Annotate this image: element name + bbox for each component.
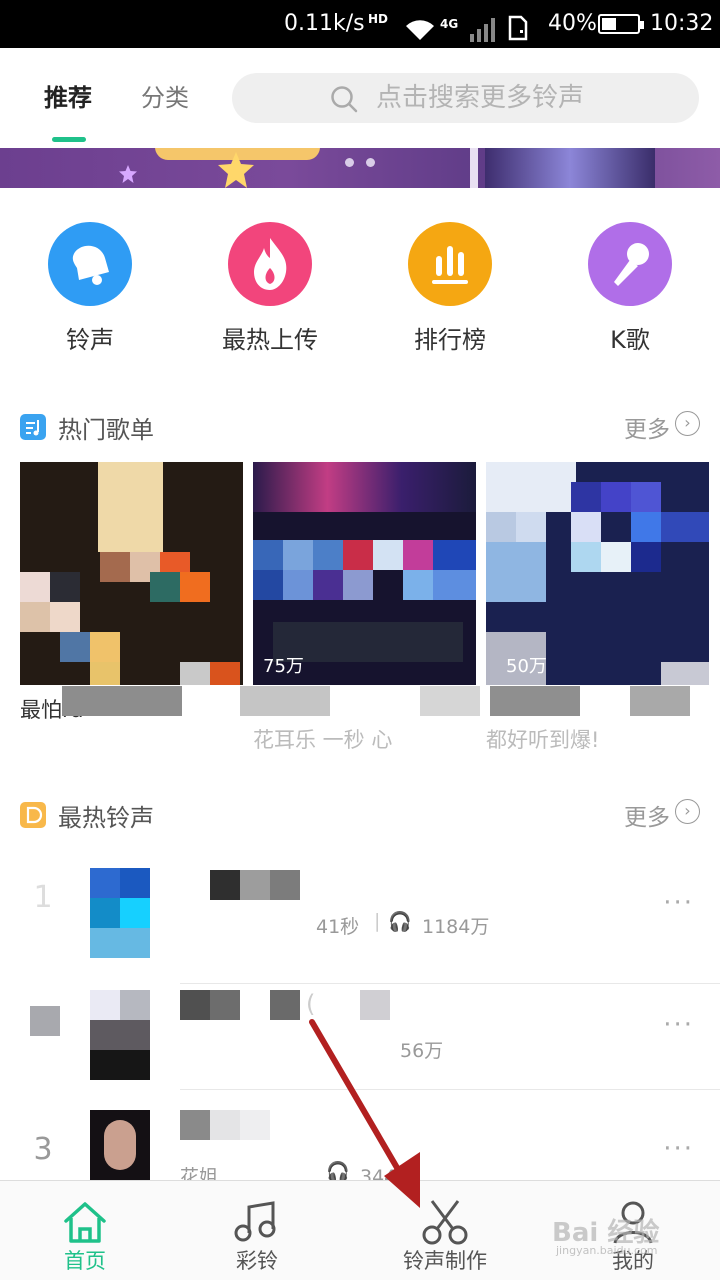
chevron-right-icon[interactable]: ›	[675, 411, 700, 436]
quick-entry-label: 最热上传	[222, 326, 318, 354]
top-header: 推荐 分类 点击搜索更多铃声	[0, 48, 720, 148]
banner-figure	[470, 148, 478, 188]
more-link[interactable]: 更多	[624, 798, 670, 832]
clock: 10:32	[650, 11, 714, 36]
playlist-card[interactable]: 50万	[486, 462, 709, 685]
chevron-right-icon[interactable]: ›	[675, 799, 700, 824]
bell-icon	[48, 222, 132, 306]
nav-label: 铃声制作	[403, 1249, 487, 1273]
promo-banner[interactable]	[0, 148, 720, 188]
nav-label: 首页	[64, 1249, 106, 1273]
rank-number	[30, 1006, 60, 1036]
microphone-icon	[588, 222, 672, 306]
more-options-icon[interactable]: ···	[663, 1010, 694, 1040]
hd-indicator: HD	[368, 12, 389, 26]
ringtone-row[interactable]: ( 56万 ···	[0, 966, 720, 1090]
more-options-icon[interactable]: ···	[663, 888, 694, 918]
ringtone-title: (	[306, 990, 316, 1018]
search-bar[interactable]: 点击搜索更多铃声	[232, 73, 699, 123]
search-placeholder: 点击搜索更多铃声	[376, 83, 585, 113]
ringtone-cover	[90, 990, 150, 1080]
bar-chart-icon	[408, 222, 492, 306]
ringtone-play-count: 56万	[400, 1040, 444, 1062]
section-title: 热门歌单	[58, 416, 154, 444]
scissors-icon	[420, 1199, 470, 1245]
battery-icon	[598, 14, 644, 34]
music-note-icon	[232, 1199, 282, 1245]
flame-icon	[228, 222, 312, 306]
quick-entry-karaoke[interactable]: K歌	[565, 222, 695, 362]
banner-figure	[485, 148, 655, 188]
network-speed: 0.11k/s	[284, 11, 365, 36]
nav-color-ring[interactable]: 彩铃	[177, 1181, 337, 1280]
playlist-play-count: 50万	[506, 656, 547, 677]
more-options-icon[interactable]: ···	[663, 1134, 694, 1164]
playlist-play-count: 75万	[263, 656, 304, 677]
playlist-caption: 花耳乐 一秒 心	[253, 728, 393, 752]
tab-recommend[interactable]: 推荐	[44, 78, 92, 118]
quick-entry-label: 铃声	[66, 326, 114, 354]
tab-category[interactable]: 分类	[141, 78, 189, 118]
section-title: 最热铃声	[58, 804, 154, 832]
home-icon	[60, 1199, 110, 1245]
carousel-dot	[366, 158, 375, 167]
nav-ringtone-maker[interactable]: 铃声制作	[365, 1181, 525, 1280]
watermark-url: jingyan.baidu.com	[556, 1244, 658, 1257]
quick-entry-chart[interactable]: 排行榜	[385, 222, 515, 362]
carousel-dot	[345, 158, 354, 167]
quick-entry-label: K歌	[610, 326, 650, 354]
nav-label: 彩铃	[236, 1249, 278, 1273]
more-link[interactable]: 更多	[624, 410, 670, 444]
rank-number: 3	[33, 1132, 53, 1167]
playlist-card[interactable]	[20, 462, 243, 685]
playlist-icon	[20, 414, 46, 440]
network-type: 4G	[440, 17, 459, 31]
active-tab-indicator	[52, 137, 86, 142]
ringtone-duration: 41秒	[316, 916, 360, 938]
quick-entry-ringtone[interactable]: 铃声	[25, 222, 155, 362]
quick-entry-label: 排行榜	[414, 326, 486, 354]
ringtone-icon	[20, 802, 46, 828]
search-icon	[330, 85, 358, 117]
quick-entry-hot-upload[interactable]: 最热上传	[205, 222, 335, 362]
star-icon	[119, 165, 137, 183]
ringtone-cover	[90, 868, 150, 958]
ringtone-play-count: 1184万	[422, 916, 490, 938]
playlist-caption: 都好听到爆!	[486, 728, 600, 752]
status-bar: 0.11k/s HD 4G 40% 10:32	[0, 0, 720, 48]
battery-percent: 40%	[548, 11, 597, 36]
hot-ringtones-header: 最热铃声 更多 ›	[20, 794, 700, 834]
headphones-icon: 🎧	[388, 911, 412, 933]
playlist-card[interactable]: 75万	[253, 462, 476, 685]
nav-home[interactable]: 首页	[5, 1181, 165, 1280]
star-icon	[218, 152, 254, 188]
hot-playlists-header: 热门歌单 更多 ›	[20, 406, 700, 446]
rank-number: 1	[33, 880, 53, 915]
